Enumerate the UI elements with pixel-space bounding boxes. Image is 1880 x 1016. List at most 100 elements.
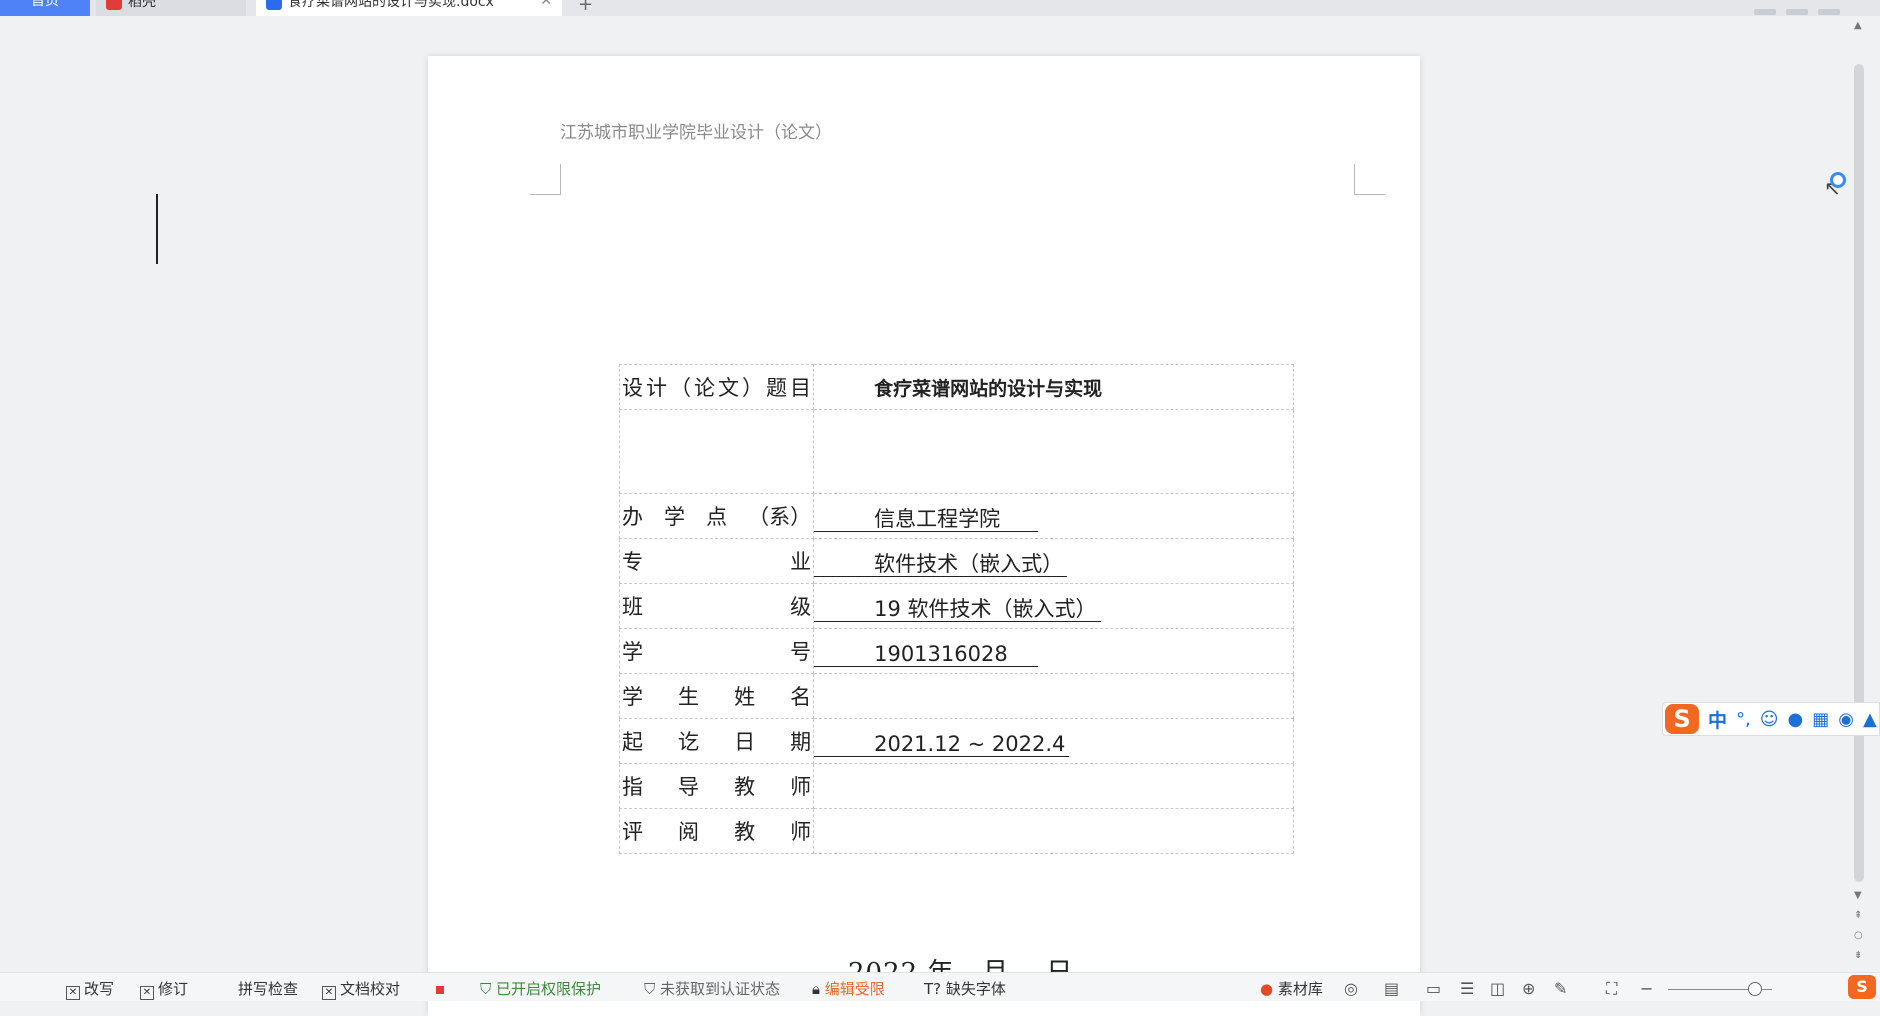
- material-label: 素材库: [1277, 980, 1323, 998]
- field-label-char: 指: [622, 775, 643, 799]
- outline-icon[interactable]: ▤: [1384, 979, 1399, 998]
- table-row: [618, 409, 1294, 494]
- layout-icon[interactable]: [1754, 9, 1776, 15]
- close-icon[interactable]: ✕: [540, 0, 552, 8]
- rewrite-toggle[interactable]: ✕ 改写: [66, 980, 114, 1000]
- spellcheck-button[interactable]: 拼写检查: [238, 980, 298, 998]
- fit-page-icon[interactable]: ⛶: [1606, 979, 1617, 999]
- field-label-char: 生: [678, 685, 700, 709]
- field-label-char: 师: [790, 820, 812, 844]
- tab-document[interactable]: 食疗菜谱网站的设计与实现.docx ✕: [256, 0, 562, 16]
- field-label-char: 评: [622, 820, 643, 844]
- field-value-cell[interactable]: [813, 763, 1294, 809]
- table-row: 班级 19 软件技术（嵌入式）: [618, 583, 1294, 629]
- table-row: 学生姓名: [618, 673, 1294, 719]
- permission-status[interactable]: ⛉ 已开启权限保护: [480, 980, 601, 998]
- restore-icon[interactable]: [1818, 9, 1840, 15]
- tab-home[interactable]: 首页: [0, 0, 90, 16]
- field-label-char: 学: [622, 685, 643, 709]
- tab-bar: 首页 稻壳 食疗菜谱网站的设计与实现.docx ✕ +: [0, 0, 1880, 16]
- keyboard-icon[interactable]: ▦: [1812, 709, 1829, 730]
- ime-toolbar[interactable]: S 中 °, ☺ ● ▦ ◉ ▲: [1662, 702, 1880, 736]
- revise-toggle[interactable]: ✕ 修订: [140, 980, 188, 1000]
- edit-limited-status[interactable]: 🔒︎ 编辑受限: [812, 980, 885, 998]
- macro-record-button[interactable]: [436, 980, 444, 998]
- list-view-icon[interactable]: ☰: [1460, 979, 1474, 998]
- field-value-cell[interactable]: 19 软件技术（嵌入式）: [813, 583, 1294, 629]
- zoom-out-icon[interactable]: −: [1640, 979, 1653, 998]
- missing-font-button[interactable]: T? 缺失字体: [924, 980, 1006, 998]
- prev-page-icon[interactable]: ⇞: [1854, 910, 1862, 921]
- field-value-cell[interactable]: [813, 808, 1294, 854]
- pen-icon[interactable]: ✎: [1554, 979, 1567, 998]
- window-controls: [1744, 0, 1840, 15]
- table-row: 起 讫 日 期 2021.12 ~ 2022.4: [618, 718, 1294, 764]
- field-value-cell[interactable]: 2021.12 ~ 2022.4: [813, 718, 1294, 764]
- select-browse-icon[interactable]: ○: [1854, 930, 1863, 941]
- scrollbar-thumb[interactable]: [1854, 64, 1864, 882]
- field-label-char: 学: [622, 640, 643, 664]
- scroll-up-arrow-icon[interactable]: ▲: [1854, 20, 1862, 31]
- loading-icon: [1830, 172, 1846, 188]
- zoom-slider-knob[interactable]: [1748, 982, 1762, 996]
- field-label-char: 办: [622, 505, 643, 529]
- field-label-char: 阅: [678, 820, 700, 844]
- next-page-icon[interactable]: ⇟: [1854, 950, 1862, 961]
- missing-font-label: 缺失字体: [945, 980, 1006, 998]
- read-mode-icon[interactable]: ◫: [1490, 979, 1505, 998]
- field-label: 起讫日期: [618, 718, 815, 764]
- field-value-cell[interactable]: 软件技术（嵌入式）: [813, 538, 1294, 584]
- field-value-cell[interactable]: [813, 409, 1294, 494]
- field-label-char: 日: [734, 730, 756, 754]
- field-label: 班级: [618, 583, 815, 629]
- field-label-char: 讫: [678, 730, 700, 754]
- field-label-char: 论: [694, 376, 715, 400]
- page-view-icon[interactable]: ▭: [1426, 979, 1441, 998]
- auth-status[interactable]: ⛉ 未获取到认证状态: [644, 980, 780, 998]
- table-row: 设计（论文）题目 食疗菜谱网站的设计与实现: [618, 364, 1294, 410]
- tab-draft[interactable]: 稻壳: [96, 0, 246, 16]
- new-tab-button[interactable]: +: [578, 0, 593, 15]
- proofread-button[interactable]: ✕ 文档校对: [322, 980, 400, 1000]
- field-value-cell[interactable]: 1901316028: [813, 628, 1294, 674]
- field-value-cell[interactable]: 食疗菜谱网站的设计与实现: [813, 364, 1294, 410]
- eye-protection-icon[interactable]: ◎: [1344, 979, 1358, 998]
- sogou-tray-icon[interactable]: S: [1848, 975, 1876, 999]
- crop-mark-top-left: [530, 164, 561, 195]
- vertical-scrollbar[interactable]: ▲ ▼ ⇞ ○ ⇟: [1850, 16, 1868, 972]
- ime-punct[interactable]: °,: [1736, 709, 1751, 730]
- field-label-char: 点: [706, 505, 728, 529]
- emoji-icon[interactable]: ☺: [1760, 709, 1779, 730]
- microphone-icon[interactable]: ●: [1788, 709, 1804, 730]
- web-layout-icon[interactable]: ⊕: [1522, 979, 1535, 998]
- scroll-down-arrow-icon[interactable]: ▼: [1854, 890, 1862, 901]
- shield-check-icon: ⛉: [644, 980, 661, 998]
- skin-icon[interactable]: ▲: [1863, 709, 1877, 730]
- field-label-char: 班: [622, 595, 643, 619]
- document-page[interactable]: 江苏城市职业学院毕业设计（论文） 设计（论文）题目食疗菜谱网站的设计与实现办学点…: [428, 56, 1420, 1016]
- field-label: 专业: [618, 538, 815, 584]
- page-header: 江苏城市职业学院毕业设计（论文）: [560, 123, 832, 143]
- table-row: 办学点 （系） 信息工程学院: [618, 493, 1294, 539]
- field-value: 软件技术（嵌入式）: [814, 546, 1068, 577]
- material-library-button[interactable]: ● 素材库: [1260, 980, 1323, 998]
- field-value-cell[interactable]: 信息工程学院: [813, 493, 1294, 539]
- field-value: 信息工程学院: [814, 501, 1039, 532]
- edit-limited-label: 编辑受限: [824, 980, 885, 998]
- auth-label: 未获取到认证状态: [660, 980, 781, 998]
- checkbox-x-icon: ✕: [66, 986, 80, 1000]
- field-label-char: 名: [790, 685, 812, 709]
- field-label: [618, 409, 815, 494]
- field-label-char: 学: [664, 505, 686, 529]
- user-icon[interactable]: ◉: [1838, 709, 1854, 730]
- field-value-cell[interactable]: [813, 673, 1294, 719]
- ime-mode[interactable]: 中: [1708, 706, 1727, 733]
- field-label-char: 设: [622, 376, 643, 400]
- field-label-char: ）: [742, 376, 763, 400]
- avatar[interactable]: [1786, 9, 1808, 15]
- document-workspace[interactable]: 江苏城市职业学院毕业设计（论文） 设计（论文）题目食疗菜谱网站的设计与实现办学点…: [0, 16, 1848, 1016]
- font-icon: T?: [924, 980, 946, 998]
- field-label-char: 业: [790, 550, 812, 574]
- field-label: 评阅教师: [618, 808, 815, 854]
- field-label-char: 目: [790, 376, 811, 400]
